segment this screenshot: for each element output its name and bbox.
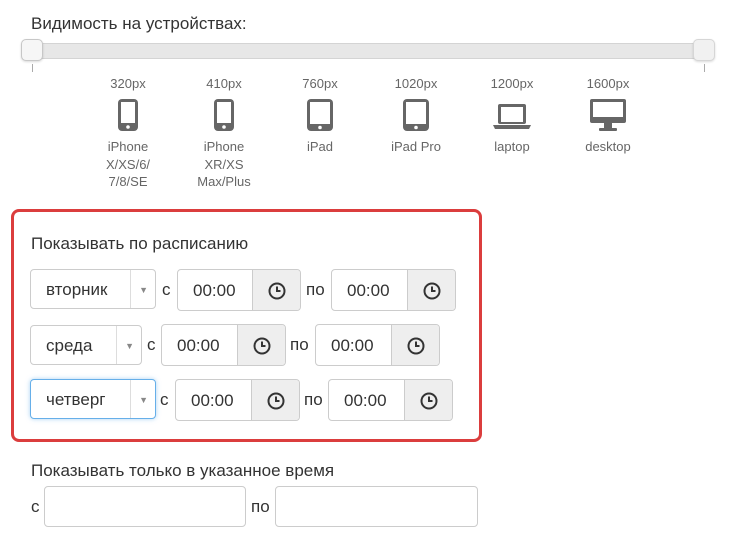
day-select-tuesday[interactable]: вторник ▼ xyxy=(30,269,156,309)
day-select-thursday[interactable]: четверг ▼ xyxy=(30,379,156,419)
clock-button[interactable] xyxy=(407,270,455,310)
from-label: с xyxy=(162,280,171,299)
to-label: по xyxy=(304,390,323,409)
clock-icon xyxy=(420,392,438,410)
device-ipad-pro: 1020px iPad Pro xyxy=(376,76,456,156)
device-ipad: 760px iPad xyxy=(280,76,360,156)
time-from-input[interactable]: 00:00 xyxy=(161,324,286,366)
caret-down-icon: ▼ xyxy=(139,395,148,405)
to-label: по xyxy=(306,280,325,299)
time-from-input[interactable]: 00:00 xyxy=(177,269,301,311)
from-label: с xyxy=(160,390,169,409)
time-to-input[interactable]: 00:00 xyxy=(315,324,440,366)
time-only-to-label: по xyxy=(251,497,270,516)
tablet-icon xyxy=(280,98,360,138)
clock-button[interactable] xyxy=(237,325,285,365)
slider-tick-left xyxy=(32,64,33,72)
device-laptop: 1200px laptop xyxy=(472,76,552,156)
clock-button[interactable] xyxy=(252,270,300,310)
clock-icon xyxy=(268,282,286,300)
clock-icon xyxy=(267,392,285,410)
time-only-to-input[interactable] xyxy=(275,486,478,527)
slider-tick-right xyxy=(704,64,705,72)
clock-button[interactable] xyxy=(251,380,299,420)
device-iphone-small: 320px iPhone X/XS/6/ 7/8/SE xyxy=(88,76,168,191)
time-only-from-input[interactable] xyxy=(44,486,246,527)
device-desktop: 1600px desktop xyxy=(568,76,648,156)
time-from-input[interactable]: 00:00 xyxy=(175,379,300,421)
caret-down-icon: ▼ xyxy=(125,341,134,351)
time-only-from-label: с xyxy=(31,497,40,516)
phone-icon xyxy=(88,98,168,138)
visibility-title: Видимость на устройствах: xyxy=(31,14,247,33)
device-iphone-large: 410px iPhone XR/XS Max/Plus xyxy=(184,76,264,191)
tablet-icon xyxy=(376,98,456,138)
time-to-input[interactable]: 00:00 xyxy=(331,269,456,311)
clock-icon xyxy=(253,337,271,355)
clock-icon xyxy=(407,337,425,355)
clock-button[interactable] xyxy=(391,325,439,365)
slider-min-handle[interactable] xyxy=(21,39,43,61)
day-select-wednesday[interactable]: среда ▼ xyxy=(30,325,142,365)
laptop-icon xyxy=(472,98,552,138)
time-only-title: Показывать только в указанное время xyxy=(31,461,335,480)
to-label: по xyxy=(290,335,309,354)
clock-icon xyxy=(423,282,441,300)
schedule-title: Показывать по расписанию xyxy=(31,234,249,253)
device-range-slider[interactable] xyxy=(31,43,707,59)
from-label: с xyxy=(147,335,156,354)
slider-max-handle[interactable] xyxy=(693,39,715,61)
desktop-icon xyxy=(568,98,648,138)
phone-icon xyxy=(184,98,264,138)
time-to-input[interactable]: 00:00 xyxy=(328,379,453,421)
clock-button[interactable] xyxy=(404,380,452,420)
caret-down-icon: ▼ xyxy=(139,285,148,295)
